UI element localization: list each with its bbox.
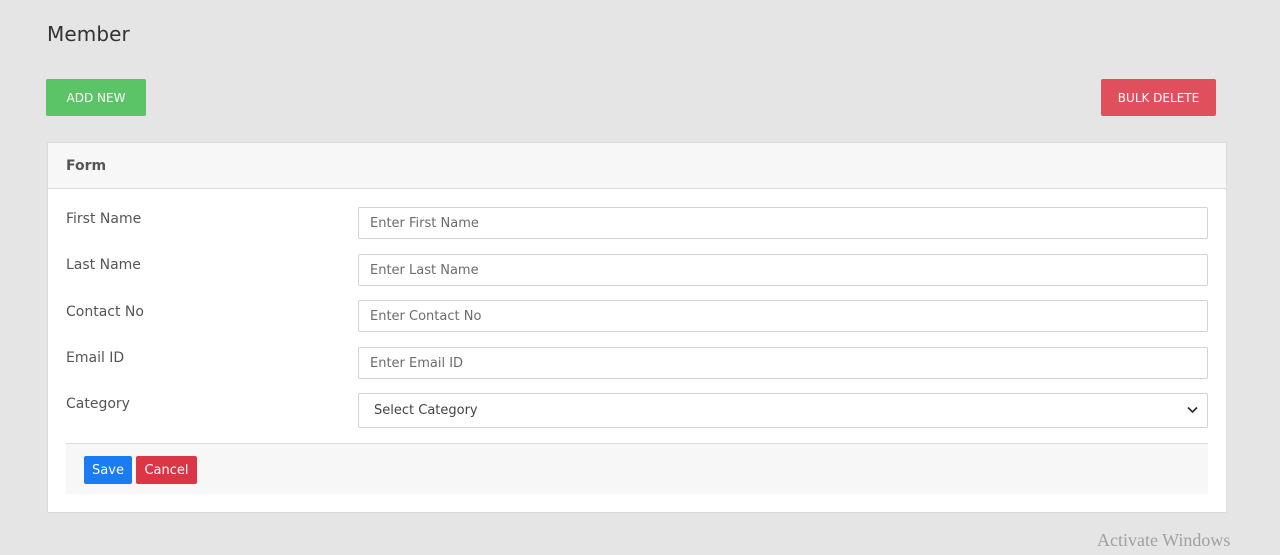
last-name-label: Last Name bbox=[66, 257, 141, 273]
category-select-value: Select Category bbox=[374, 403, 478, 418]
first-name-label: First Name bbox=[66, 211, 142, 227]
form-card: Form First Name Last Name Contact No Ema… bbox=[47, 142, 1227, 513]
email-id-label: Email ID bbox=[66, 350, 125, 366]
bulk-delete-button[interactable]: BULK DELETE bbox=[1101, 79, 1216, 116]
email-id-input[interactable] bbox=[358, 347, 1208, 379]
form-card-header: Form bbox=[48, 143, 1226, 189]
form-card-title: Form bbox=[66, 157, 107, 174]
first-name-input[interactable] bbox=[358, 207, 1208, 239]
category-select[interactable]: Select Category bbox=[358, 393, 1208, 428]
contact-no-input[interactable] bbox=[358, 300, 1208, 332]
form-footer: Save Cancel bbox=[66, 443, 1208, 494]
last-name-input[interactable] bbox=[358, 254, 1208, 286]
category-label: Category bbox=[66, 396, 130, 412]
save-button[interactable]: Save bbox=[84, 456, 132, 484]
chevron-down-icon bbox=[1187, 404, 1198, 417]
add-new-button[interactable]: ADD NEW bbox=[46, 79, 146, 116]
activate-windows-watermark: Activate Windows bbox=[1097, 530, 1231, 550]
page-title: Member bbox=[47, 22, 130, 46]
cancel-button[interactable]: Cancel bbox=[136, 456, 197, 484]
contact-no-label: Contact No bbox=[66, 304, 144, 320]
